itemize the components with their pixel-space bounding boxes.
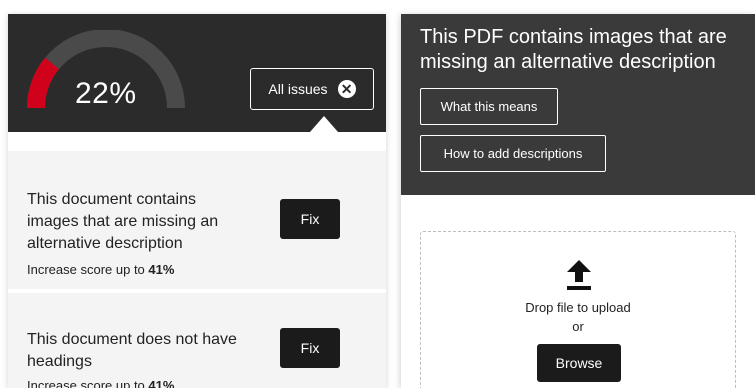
issue-score: Increase score up to 41% (27, 262, 174, 277)
file-drop-zone[interactable]: Drop file to upload or Browse (420, 231, 736, 388)
score-header: 22% All issues ✕ (8, 14, 386, 132)
issue-item: This document contains images that are m… (8, 151, 386, 289)
detail-panel: This PDF contains images that are missin… (401, 14, 755, 388)
spacer (8, 132, 386, 151)
fix-button[interactable]: Fix (280, 328, 340, 368)
issue-score: Increase score up to 41% (27, 378, 174, 388)
what-this-means-button[interactable]: What this means (420, 88, 558, 125)
issue-score-prefix: Increase score up to (27, 262, 149, 277)
detail-header: This PDF contains images that are missin… (401, 14, 755, 195)
browse-button[interactable]: Browse (537, 344, 621, 382)
detail-title: This PDF contains images that are missin… (420, 26, 727, 73)
issue-title: This document contains images that are m… (27, 191, 219, 252)
close-icon[interactable]: ✕ (337, 80, 356, 98)
all-issues-label: All issues (268, 81, 328, 97)
upload-icon (567, 260, 591, 290)
issue-score-prefix: Increase score up to (27, 378, 149, 388)
issue-title: This document does not have headings (27, 331, 237, 370)
how-to-add-descriptions-button[interactable]: How to add descriptions (420, 135, 606, 172)
score-percent: 22% (75, 77, 137, 110)
all-issues-button[interactable]: All issues ✕ (250, 68, 374, 110)
issue-score-value: 41% (148, 378, 175, 388)
gauge-fill (27, 57, 60, 109)
issue-item: This document does not have headings Inc… (8, 293, 386, 388)
fix-button[interactable]: Fix (280, 199, 340, 239)
issues-panel: 22% All issues ✕ This document contains … (8, 14, 386, 388)
issue-score-value: 41% (148, 262, 175, 277)
drop-text: Drop file to upload (525, 300, 631, 315)
pointer-arrow (310, 116, 338, 132)
or-text: or (572, 319, 584, 334)
